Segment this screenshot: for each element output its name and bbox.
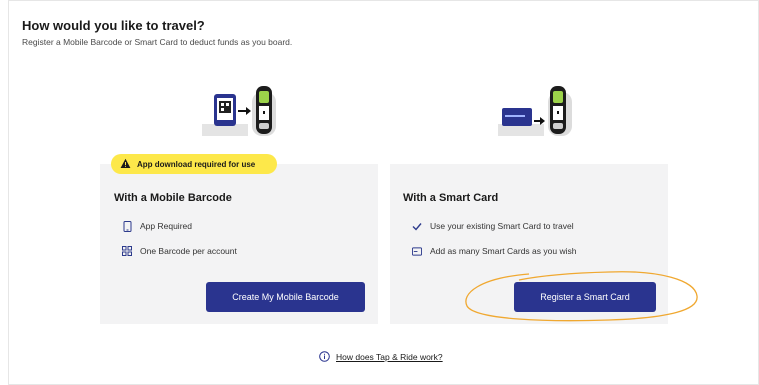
feature-existing-card: Use your existing Smart Card to travel (412, 221, 574, 231)
checkmark-icon (412, 221, 422, 231)
mobile-barcode-card: With a Mobile Barcode App Required One B… (100, 164, 378, 324)
feature-label: Add as many Smart Cards as you wish (430, 246, 577, 256)
page-subtitle: Register a Mobile Barcode or Smart Card … (22, 37, 293, 47)
feature-label: App Required (140, 221, 192, 231)
page-title: How would you like to travel? (22, 18, 205, 33)
footer-link-label[interactable]: How does Tap & Ride work? (336, 352, 443, 362)
smart-card-card-title: With a Smart Card (403, 192, 499, 204)
mobile-barcode-card-title: With a Mobile Barcode (114, 192, 232, 204)
barcode-icon (122, 246, 132, 256)
app-required-badge: App download required for use (111, 154, 277, 174)
warning-icon (120, 158, 131, 168)
phone-icon (122, 220, 132, 232)
create-mobile-barcode-button[interactable]: Create My Mobile Barcode (206, 282, 365, 312)
feature-app-required: App Required (122, 220, 192, 232)
badge-label: App download required for use (137, 159, 256, 169)
feature-multiple-cards: Add as many Smart Cards as you wish (412, 246, 576, 256)
info-icon (319, 351, 330, 362)
feature-one-barcode: One Barcode per account (122, 246, 237, 256)
card-icon (412, 246, 422, 256)
mobile-barcode-illustration (202, 86, 276, 136)
smart-card-illustration (498, 86, 572, 136)
feature-label: Use your existing Smart Card to travel (430, 221, 574, 231)
annotation-circle (465, 271, 698, 322)
how-tap-ride-works-link[interactable]: How does Tap & Ride work? (319, 351, 443, 362)
feature-label: One Barcode per account (140, 246, 237, 256)
